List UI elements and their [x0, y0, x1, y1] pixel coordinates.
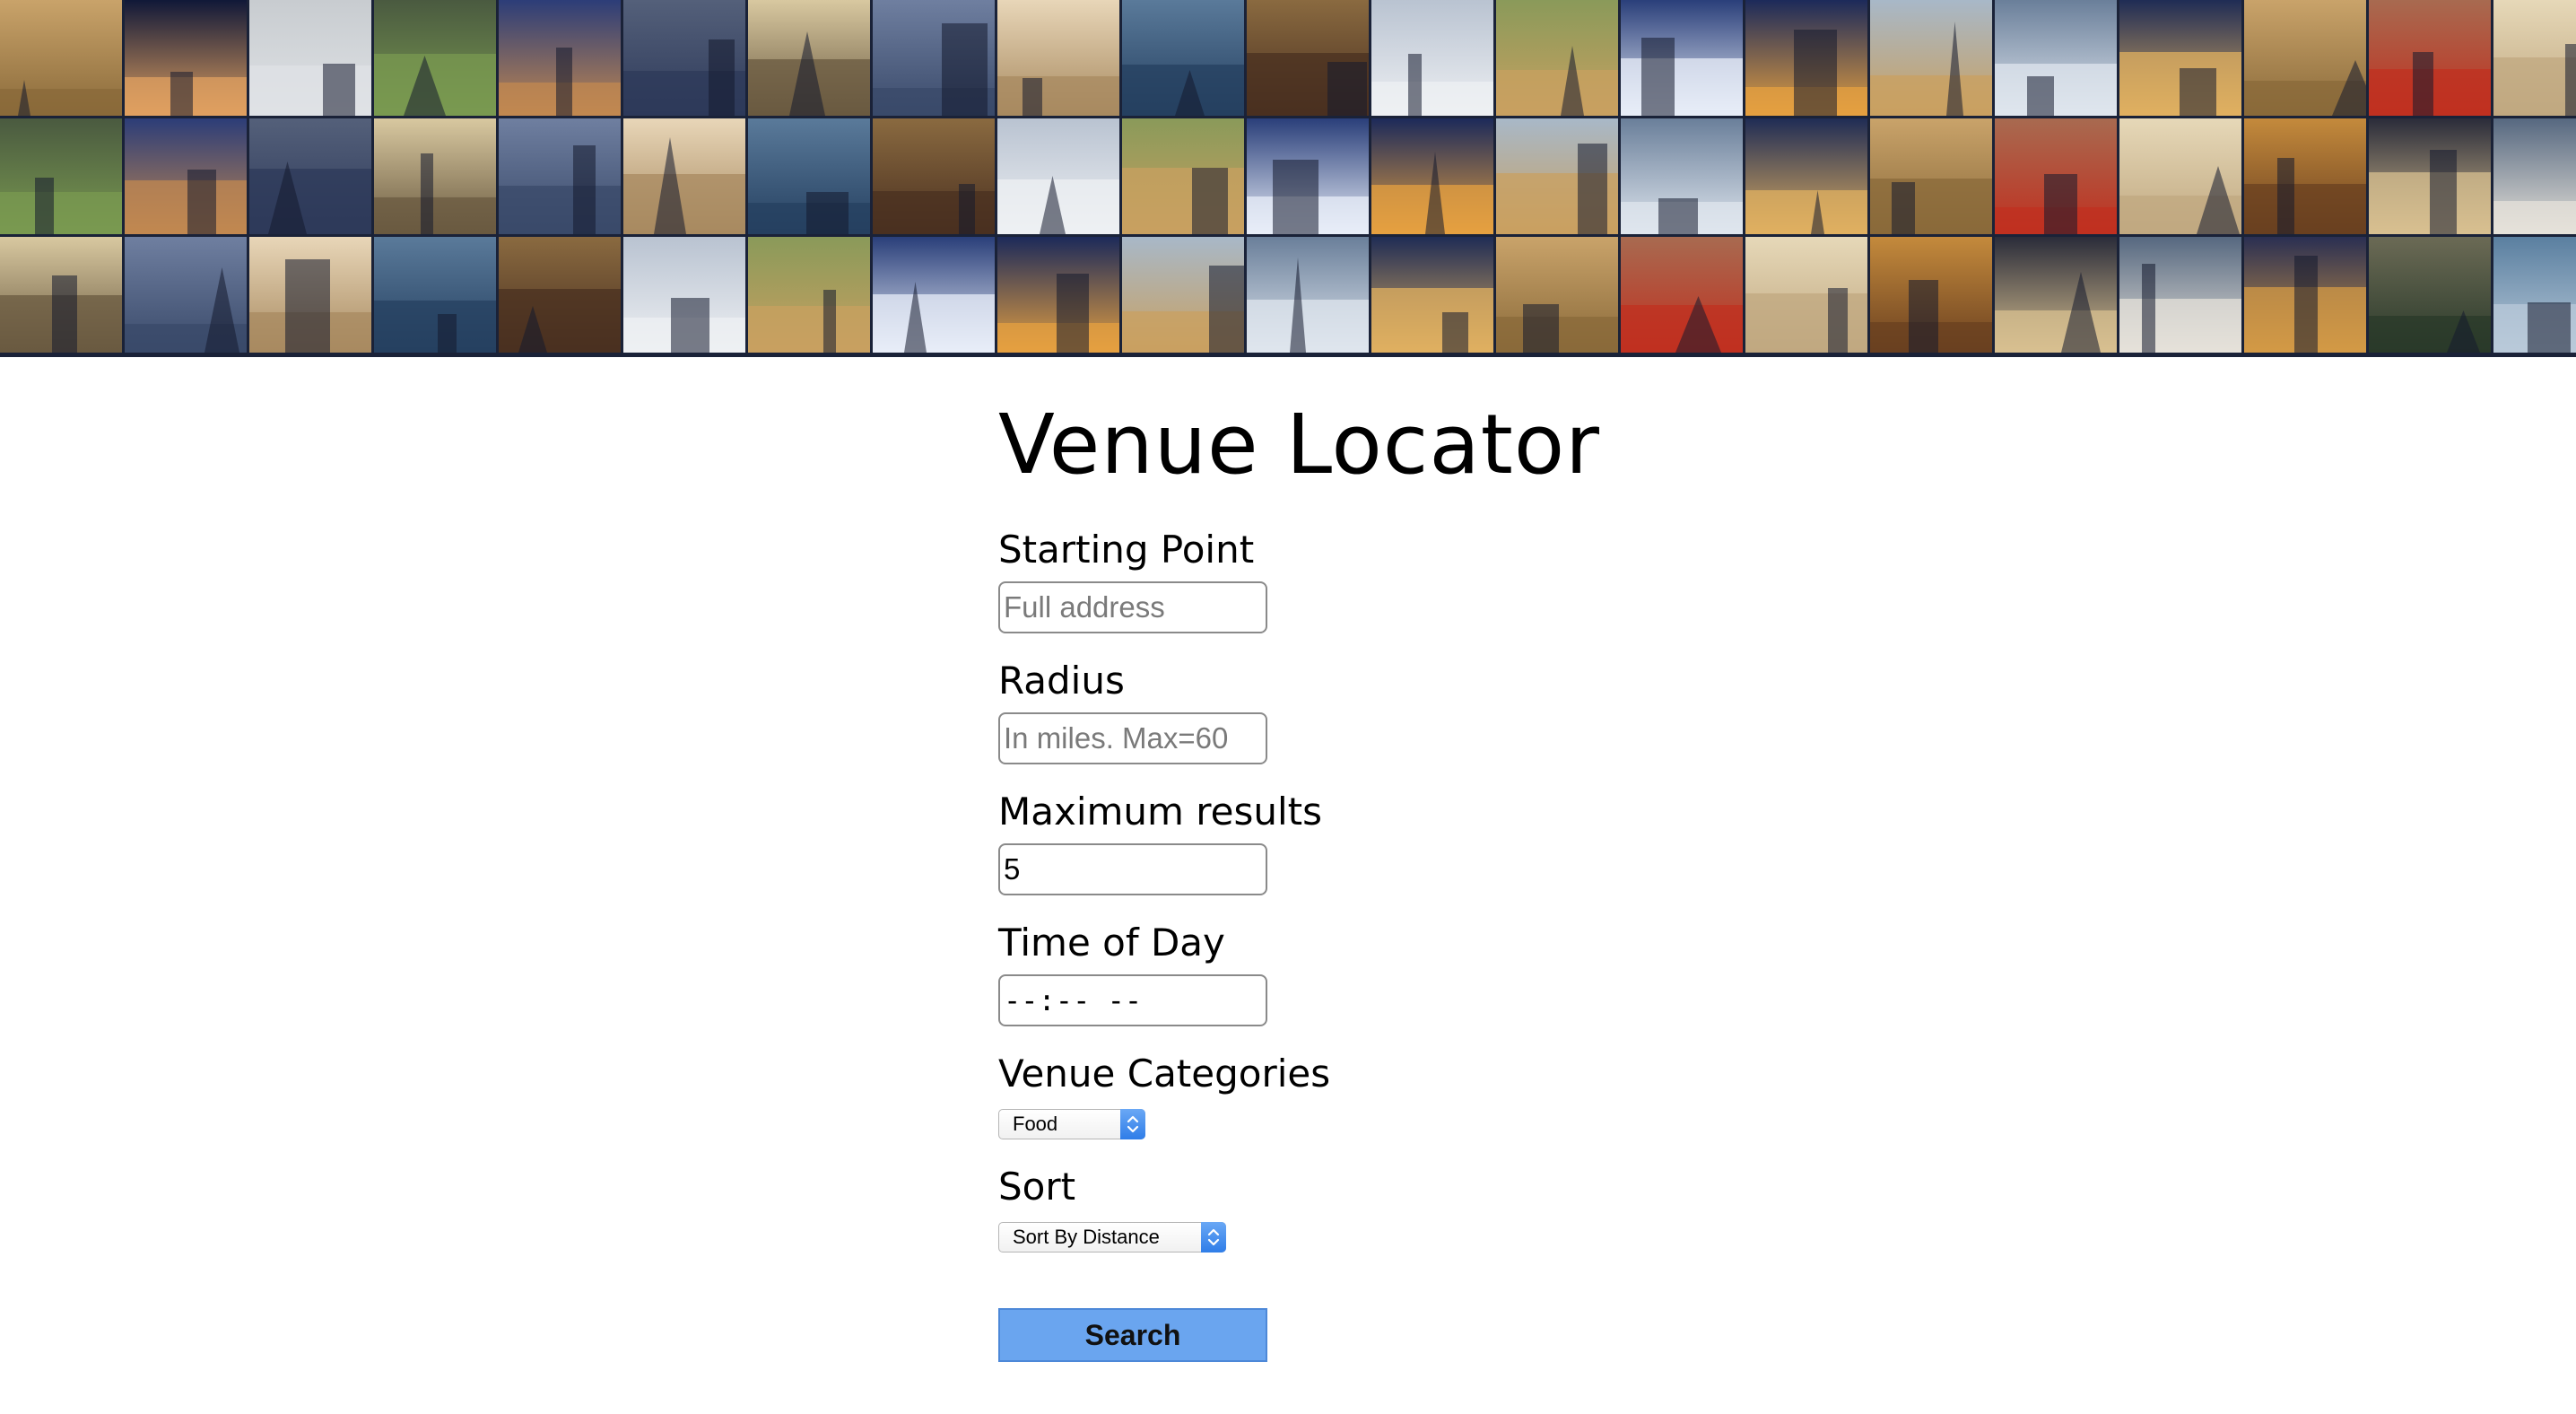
collage-photo	[2369, 118, 2491, 234]
collage-photo	[623, 118, 745, 234]
collage-photo	[997, 237, 1119, 353]
collage-photo	[374, 118, 496, 234]
collage-photo	[1870, 0, 1992, 116]
collage-photo	[1122, 0, 1244, 116]
collage-photo	[374, 0, 496, 116]
collage-photo	[499, 118, 621, 234]
search-button[interactable]: Search	[998, 1308, 1267, 1362]
collage-photo	[2369, 0, 2491, 116]
collage-photo	[125, 237, 247, 353]
radius-input[interactable]	[998, 712, 1267, 764]
collage-photo	[0, 237, 122, 353]
collage-photo	[1247, 118, 1369, 234]
collage-photo	[2244, 118, 2366, 234]
radius-label: Radius	[998, 659, 1125, 703]
collage-photo	[1371, 0, 1493, 116]
venue-categories-select[interactable]: Food	[998, 1109, 1145, 1139]
collage-photo	[0, 118, 122, 234]
collage-photo	[2244, 237, 2366, 353]
collage-photo	[1122, 118, 1244, 234]
collage-photo	[2119, 118, 2241, 234]
page-title: Venue Locator	[998, 397, 1600, 493]
collage-photo	[1870, 118, 1992, 234]
collage-photo	[1371, 118, 1493, 234]
max-results-label: Maximum results	[998, 790, 1322, 834]
sort-label: Sort	[998, 1165, 1076, 1209]
collage-photo	[1496, 0, 1618, 116]
sort-selected: Sort By Distance	[1013, 1226, 1160, 1248]
collage-photo	[997, 118, 1119, 234]
collage-photo	[1247, 237, 1369, 353]
collage-photo	[2119, 237, 2241, 353]
select-stepper-icon	[1201, 1222, 1226, 1253]
venue-categories-label: Venue Categories	[998, 1052, 1331, 1095]
collage-photo	[1995, 237, 2117, 353]
collage-photo	[748, 0, 870, 116]
collage-photo	[623, 237, 745, 353]
collage-photo	[748, 237, 870, 353]
collage-photo	[1995, 0, 2117, 116]
collage-photo	[997, 0, 1119, 116]
collage-photo	[1745, 118, 1867, 234]
collage-photo	[873, 118, 995, 234]
collage-photo	[1247, 0, 1369, 116]
collage-photo	[2493, 237, 2576, 353]
collage-photo	[1745, 237, 1867, 353]
collage-photo	[125, 0, 247, 116]
collage-photo	[1122, 237, 1244, 353]
time-of-day-input[interactable]: --:-- --	[998, 974, 1267, 1026]
venue-categories-selected: Food	[1013, 1113, 1058, 1135]
collage-photo	[2369, 237, 2491, 353]
collage-photo	[1995, 118, 2117, 234]
select-stepper-icon	[1120, 1109, 1145, 1139]
collage-photo	[1745, 0, 1867, 116]
collage-photo	[1621, 0, 1743, 116]
photo-collage-banner	[0, 0, 2576, 357]
collage-photo	[873, 237, 995, 353]
collage-photo	[125, 118, 247, 234]
starting-point-label: Starting Point	[998, 528, 1255, 572]
collage-photo	[1496, 118, 1618, 234]
max-results-input[interactable]	[998, 843, 1267, 895]
collage-photo	[623, 0, 745, 116]
collage-photo	[1621, 237, 1743, 353]
collage-photo	[2244, 0, 2366, 116]
collage-photo	[748, 118, 870, 234]
collage-photo	[499, 237, 621, 353]
sort-select[interactable]: Sort By Distance	[998, 1222, 1226, 1253]
collage-photo	[249, 0, 371, 116]
collage-photo	[0, 0, 122, 116]
collage-photo	[1870, 237, 1992, 353]
starting-point-input[interactable]	[998, 581, 1267, 633]
collage-photo	[2119, 0, 2241, 116]
collage-photo	[1371, 237, 1493, 353]
collage-photo	[2493, 118, 2576, 234]
time-of-day-label: Time of Day	[998, 921, 1225, 964]
collage-photo	[249, 237, 371, 353]
collage-photo	[249, 118, 371, 234]
collage-photo	[499, 0, 621, 116]
collage-photo	[2493, 0, 2576, 116]
collage-photo	[1496, 237, 1618, 353]
collage-photo	[873, 0, 995, 116]
collage-photo	[1621, 118, 1743, 234]
collage-photo	[374, 237, 496, 353]
